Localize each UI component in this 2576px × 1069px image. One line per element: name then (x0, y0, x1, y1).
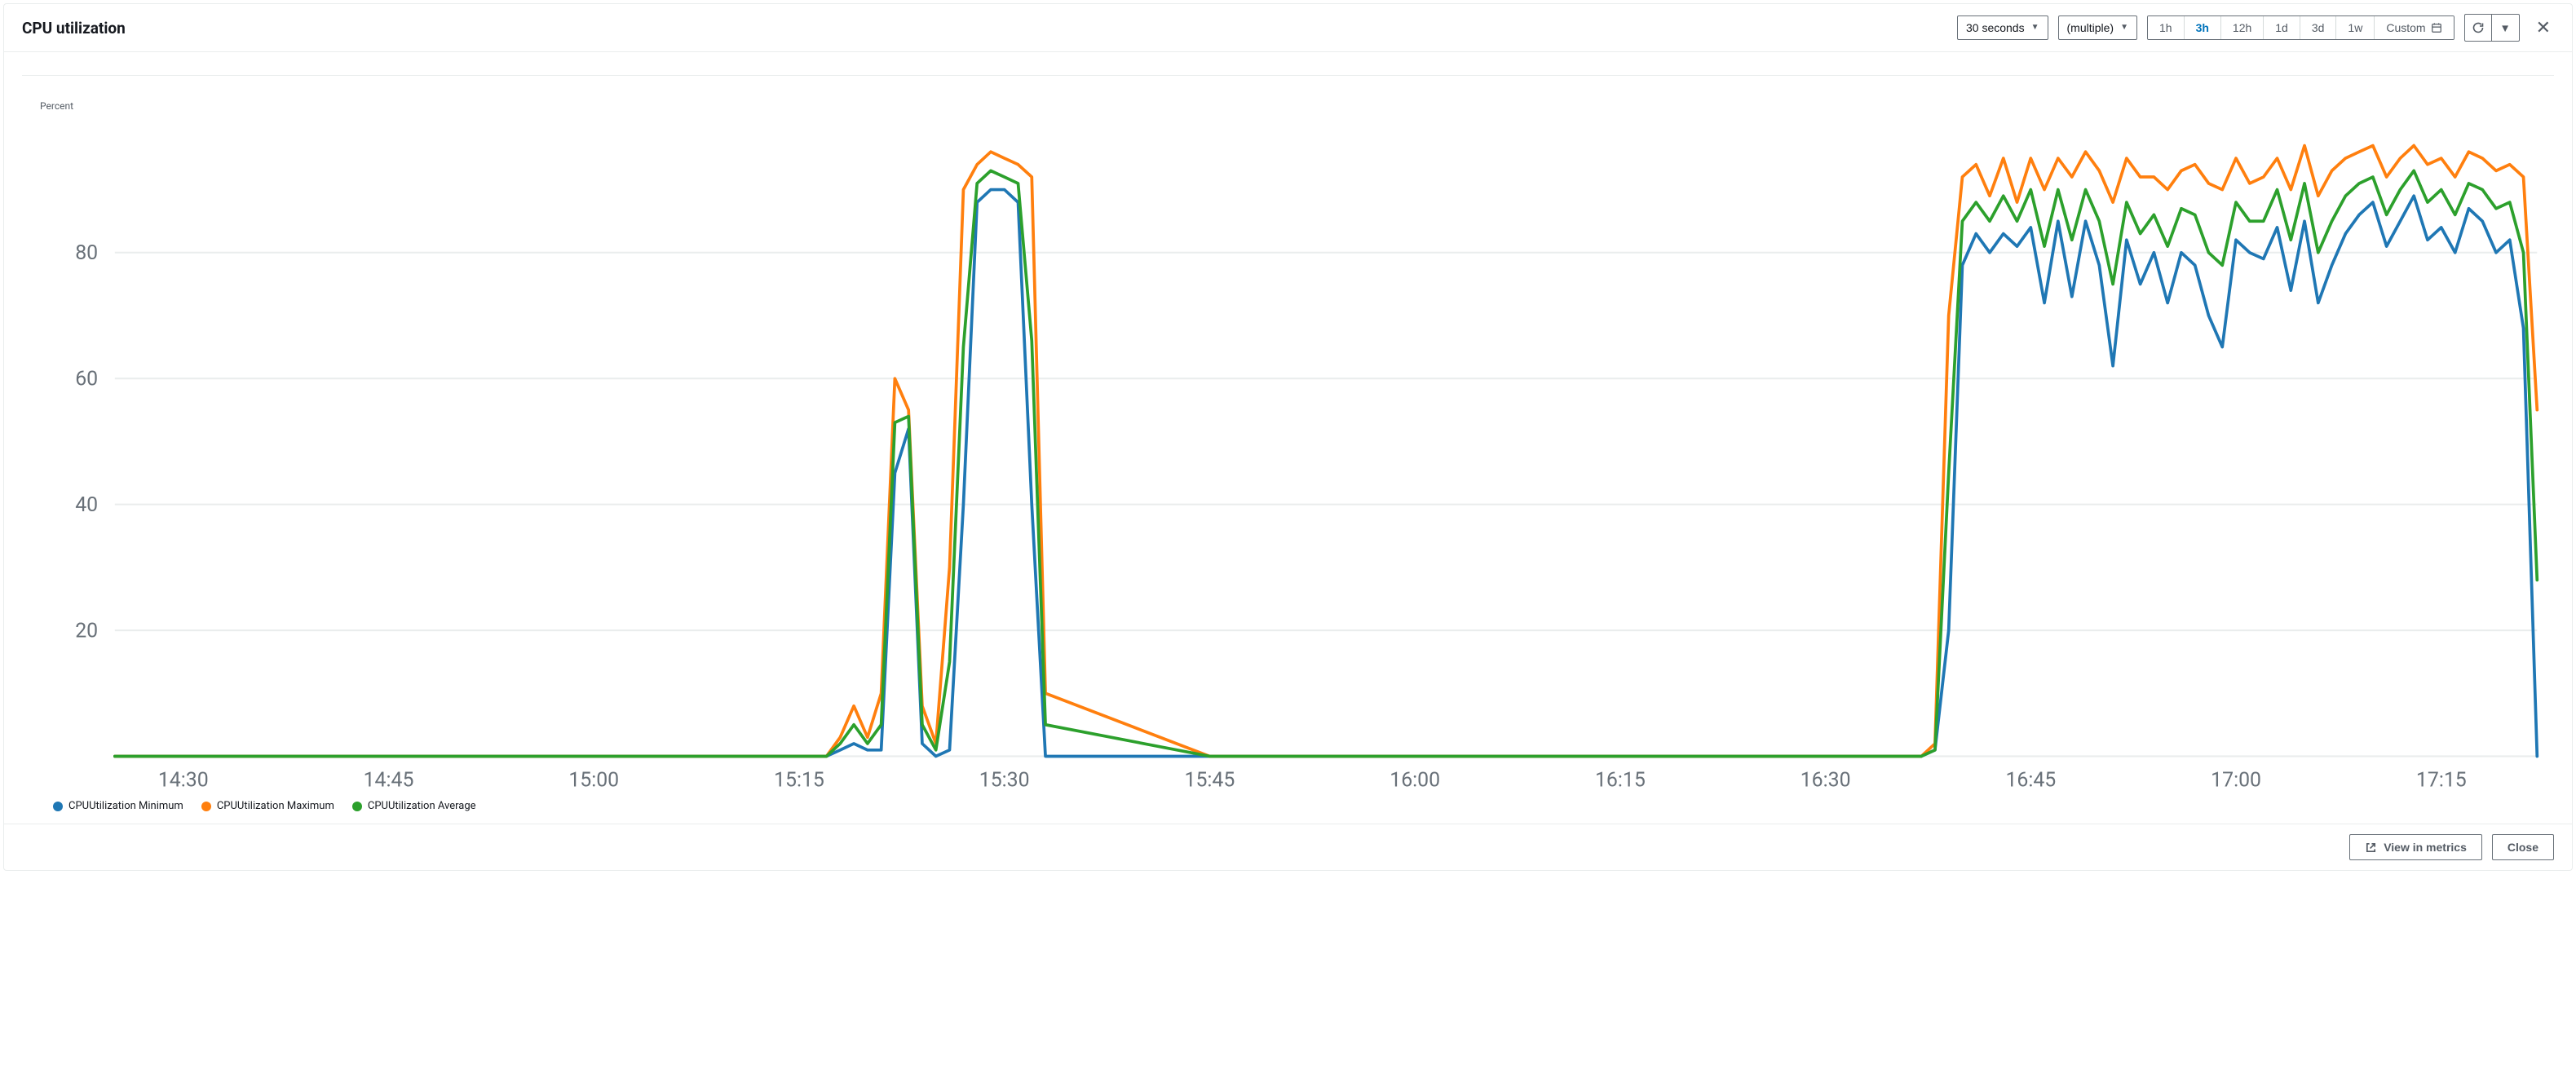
legend: CPUUtilization Minimum CPUUtilization Max… (22, 793, 2554, 812)
statistic-select[interactable]: (multiple) ▼ (2058, 15, 2137, 41)
cpu-utilization-panel: CPU utilization 30 seconds ▼ (multiple) … (3, 3, 2573, 871)
caret-down-icon: ▼ (2120, 23, 2128, 33)
time-range-group: 1h3h12h1d3d1w Custom (2147, 15, 2454, 40)
time-range-1h[interactable]: 1h (2148, 16, 2185, 39)
svg-text:15:00: 15:00 (568, 769, 619, 793)
legend-label: CPUUtilization Maximum (217, 800, 334, 812)
toolbar: 30 seconds ▼ (multiple) ▼ 1h3h12h1d3d1w C… (1957, 14, 2554, 42)
svg-text:15:45: 15:45 (1185, 769, 1235, 793)
time-range-1d[interactable]: 1d (2264, 16, 2300, 39)
divider (22, 75, 2554, 76)
legend-swatch (53, 802, 63, 811)
panel-header: CPU utilization 30 seconds ▼ (multiple) … (4, 4, 2572, 52)
external-link-icon (2365, 842, 2377, 854)
svg-text:17:00: 17:00 (2211, 769, 2261, 793)
period-select[interactable]: 30 seconds ▼ (1957, 15, 2048, 41)
refresh-options-button[interactable]: ▼ (2492, 14, 2520, 42)
svg-text:20: 20 (75, 619, 98, 643)
statistic-select-label: (multiple) (2067, 21, 2114, 35)
svg-text:80: 80 (75, 241, 98, 265)
time-range-custom-label: Custom (2386, 21, 2425, 34)
time-range-custom[interactable]: Custom (2375, 16, 2453, 39)
view-in-metrics-label: View in metrics (2384, 841, 2467, 854)
time-range-12h[interactable]: 12h (2221, 16, 2264, 39)
legend-item[interactable]: CPUUtilization Minimum (53, 800, 183, 812)
legend-item[interactable]: CPUUtilization Average (352, 800, 476, 812)
period-select-label: 30 seconds (1966, 21, 2025, 35)
calendar-icon (2431, 22, 2442, 33)
legend-label: CPUUtilization Average (368, 800, 476, 812)
panel-body: Percent 20 40 60 80 14:30 14:45 15:00 15:15 15:3… (4, 52, 2572, 824)
legend-swatch (201, 802, 211, 811)
svg-text:16:00: 16:00 (1390, 769, 1440, 793)
svg-text:15:15: 15:15 (774, 769, 824, 793)
time-range-3d[interactable]: 3d (2300, 16, 2337, 39)
close-icon[interactable]: ✕ (2533, 18, 2554, 38)
time-range-3h[interactable]: 3h (2185, 16, 2221, 39)
caret-down-icon: ▼ (2031, 23, 2039, 33)
line-chart: 20 40 60 80 14:30 14:45 15:00 15:15 15:30 15:45 16… (22, 118, 2554, 793)
svg-text:60: 60 (75, 367, 98, 391)
panel-title: CPU utilization (22, 19, 126, 38)
chart-container: 20 40 60 80 14:30 14:45 15:00 15:15 15:30 15:45 16… (22, 118, 2554, 793)
svg-text:17:15: 17:15 (2416, 769, 2467, 793)
refresh-button[interactable] (2464, 14, 2492, 42)
svg-text:16:15: 16:15 (1595, 769, 1646, 793)
legend-swatch (352, 802, 362, 811)
refresh-icon (2472, 21, 2485, 34)
legend-item[interactable]: CPUUtilization Maximum (201, 800, 334, 812)
svg-text:16:45: 16:45 (2005, 769, 2056, 793)
view-in-metrics-button[interactable]: View in metrics (2349, 834, 2482, 860)
caret-down-icon: ▼ (2499, 22, 2510, 34)
close-button-label: Close (2508, 841, 2538, 854)
legend-label: CPUUtilization Minimum (68, 800, 183, 812)
svg-text:40: 40 (75, 493, 98, 517)
svg-text:14:30: 14:30 (158, 769, 209, 793)
svg-text:15:30: 15:30 (979, 769, 1030, 793)
panel-footer: View in metrics Close (4, 824, 2572, 870)
refresh-group: ▼ (2464, 14, 2520, 42)
close-button[interactable]: Close (2492, 834, 2554, 860)
svg-text:14:45: 14:45 (364, 769, 414, 793)
y-axis-label: Percent (40, 100, 2554, 112)
svg-text:16:30: 16:30 (1801, 769, 1851, 793)
time-range-1w[interactable]: 1w (2336, 16, 2375, 39)
